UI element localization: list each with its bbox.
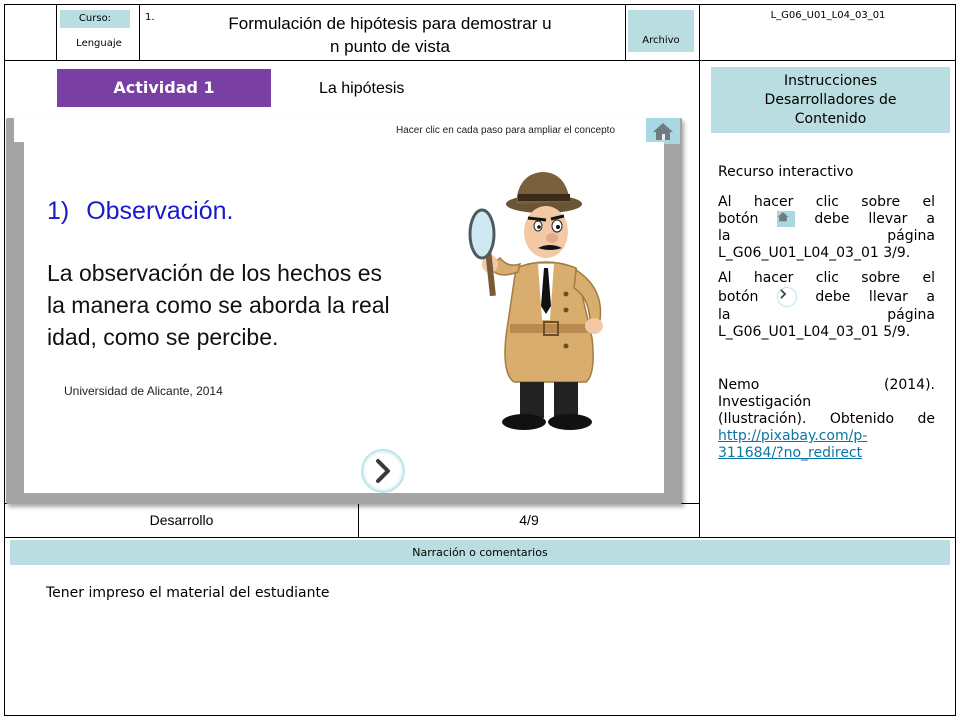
slide-hint: Hacer clic en cada paso para ampliar el … [396, 125, 616, 136]
chevron-right-icon-inline [776, 287, 797, 307]
step-number: 1) [47, 197, 70, 225]
step-body-line2: la manera como se aborda la real [47, 292, 390, 318]
section-label: Desarrollo [149, 512, 214, 528]
step-body-line1: La observación de los hechos es [47, 260, 382, 286]
chevron-right-icon [376, 459, 390, 483]
instr1-line3: la página [718, 228, 935, 244]
step-heading: 1) Observación. [47, 197, 233, 226]
narration-text: Tener impreso el material del estudiante [46, 585, 330, 601]
next-button[interactable] [361, 449, 405, 493]
instr1-line2: botón debe llevar a [718, 211, 936, 227]
home-button[interactable] [646, 118, 680, 144]
page-title-line1: Formulación de hipótesis para demostrar … [228, 14, 552, 33]
citation: Universidad de Alicante, 2014 [64, 384, 223, 398]
file-button-label: Archivo [642, 35, 680, 46]
credit-link-line2[interactable]: 311684/?no_redirect [718, 445, 862, 461]
item-number: 1. [145, 12, 155, 23]
instr2-line4: L_G06_U01_L04_03_01 5/9. [718, 324, 911, 340]
credit-link-line1[interactable]: http://pixabay.com/p- [718, 428, 867, 444]
home-icon [653, 123, 673, 140]
instr1-line1: Al hacer clic sobre el [718, 194, 935, 210]
instr2-line2: botón debe llevar a [718, 287, 936, 307]
dev-instructions-header: Instrucciones Desarrolladores de Conteni… [711, 67, 950, 133]
instr1-line4: L_G06_U01_L04_03_01 3/9. [718, 245, 911, 261]
course-value: Lenguaje [76, 38, 122, 49]
home-icon-inline [777, 211, 796, 227]
activity-badge: Actividad 1 [57, 69, 271, 107]
course-label: Curso: [60, 10, 130, 28]
page-title-line2: n punto de vista [329, 37, 451, 56]
credit-line1: Nemo (2014). [718, 377, 935, 393]
step-title: Observación. [86, 197, 234, 225]
step-body: La observación de los hechos es la maner… [47, 257, 457, 353]
file-code: L_G06_U01_L04_03_01 [770, 10, 886, 21]
resource-type: Recurso interactivo [718, 164, 854, 180]
file-button[interactable]: Archivo [628, 10, 694, 52]
credit-line2: Investigación [718, 394, 812, 410]
credit-link[interactable]: http://pixabay.com/p- 311684/?no_redirec… [718, 428, 935, 462]
activity-subtitle: La hipótesis [319, 80, 405, 97]
page-indicator: 4/9 [519, 512, 539, 528]
detective-illustration [468, 172, 603, 430]
instr2-line3: la página [718, 307, 935, 323]
narration-header: Narración o comentarios [10, 540, 950, 565]
credit-line3: (Ilustración). Obtenido de [718, 411, 935, 427]
dev-instructions-body: Recurso interactivo Al hacer clic sobre … [718, 164, 935, 462]
page-title: Formulación de hipótesis para demostrar … [160, 12, 620, 58]
step-body-line3: idad, como se percibe. [47, 324, 279, 350]
instr2-line1: Al hacer clic sobre el [718, 270, 935, 286]
